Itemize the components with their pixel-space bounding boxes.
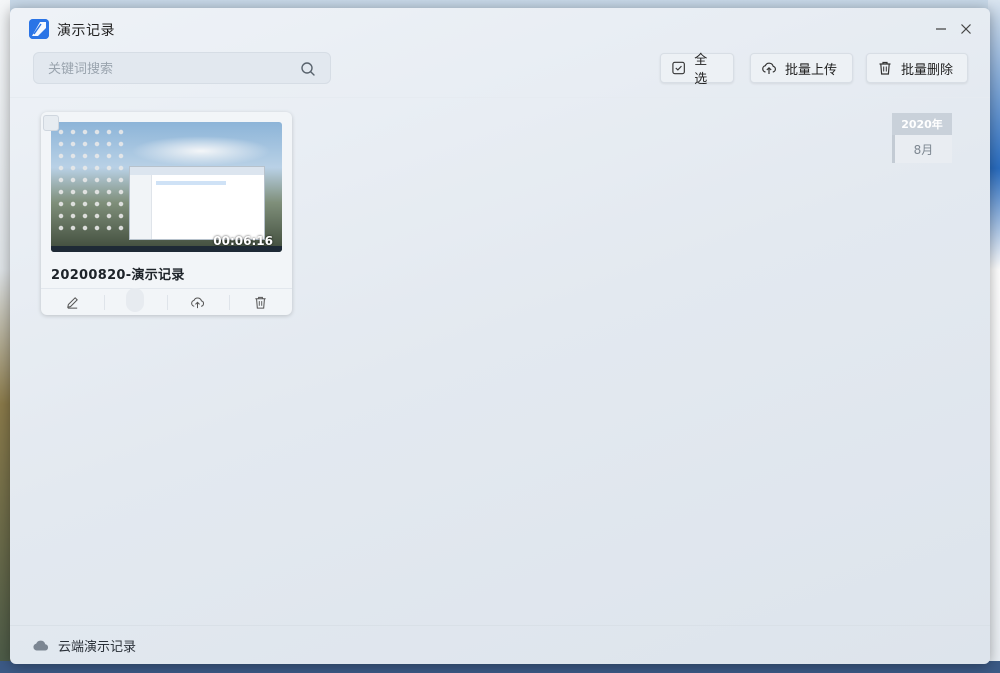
select-all-button[interactable]: 全选 bbox=[660, 53, 734, 87]
pencil-icon bbox=[67, 296, 78, 309]
cloud-icon bbox=[33, 640, 49, 651]
cloud-recordings-label: 云端演示记录 bbox=[58, 639, 137, 655]
close-button[interactable] bbox=[955, 18, 977, 40]
share-button[interactable] bbox=[103, 288, 167, 315]
recording-duration: 00:06:16 bbox=[213, 234, 273, 248]
cloud-recordings-link[interactable]: 云端演示记录 bbox=[10, 625, 990, 664]
cloud-upload-icon bbox=[762, 62, 776, 74]
checkbox-icon bbox=[672, 61, 685, 75]
thumbnail-window bbox=[129, 166, 265, 240]
batch-delete-button[interactable]: 批量删除 bbox=[866, 53, 968, 83]
thumbnail-desktop-icons bbox=[55, 126, 125, 236]
search-icon[interactable] bbox=[300, 61, 316, 77]
recording-title: 20200820-演示记录 bbox=[51, 268, 185, 283]
search-box[interactable] bbox=[33, 52, 331, 84]
recording-thumbnail[interactable]: 00:06:16 bbox=[51, 122, 282, 252]
card-actions bbox=[41, 288, 292, 315]
trash-icon bbox=[255, 296, 266, 309]
card-checkbox[interactable] bbox=[43, 115, 59, 131]
thumbnail-clouds bbox=[131, 136, 271, 166]
window-title: 演示记录 bbox=[57, 23, 115, 39]
timeline-month[interactable]: 8月 bbox=[892, 135, 952, 163]
timeline-year[interactable]: 2020年 bbox=[892, 113, 952, 135]
select-all-label: 全选 bbox=[694, 53, 708, 87]
delete-button[interactable] bbox=[229, 289, 292, 315]
batch-delete-label: 批量删除 bbox=[901, 62, 954, 78]
presentation-pen-icon bbox=[29, 19, 49, 39]
title-bar[interactable]: 演示记录 bbox=[10, 8, 990, 50]
minimize-button[interactable] bbox=[930, 18, 952, 40]
desktop-edge-left bbox=[0, 0, 10, 673]
minimize-icon bbox=[936, 28, 946, 30]
trash-icon bbox=[879, 61, 891, 75]
search-input[interactable] bbox=[48, 59, 288, 79]
upload-button[interactable] bbox=[166, 289, 230, 315]
close-icon bbox=[961, 24, 971, 34]
cloud-upload-icon bbox=[191, 296, 205, 308]
batch-upload-button[interactable]: 批量上传 bbox=[750, 53, 853, 83]
toolbar: 全选 批量上传 批量删除 bbox=[10, 50, 990, 98]
recording-card[interactable]: 00:06:16 20200820-演示记录 bbox=[41, 112, 292, 315]
placeholder-icon bbox=[126, 288, 145, 312]
batch-upload-label: 批量上传 bbox=[785, 62, 838, 78]
edit-button[interactable] bbox=[41, 289, 104, 315]
recordings-window: 演示记录 全选 bbox=[10, 8, 990, 664]
